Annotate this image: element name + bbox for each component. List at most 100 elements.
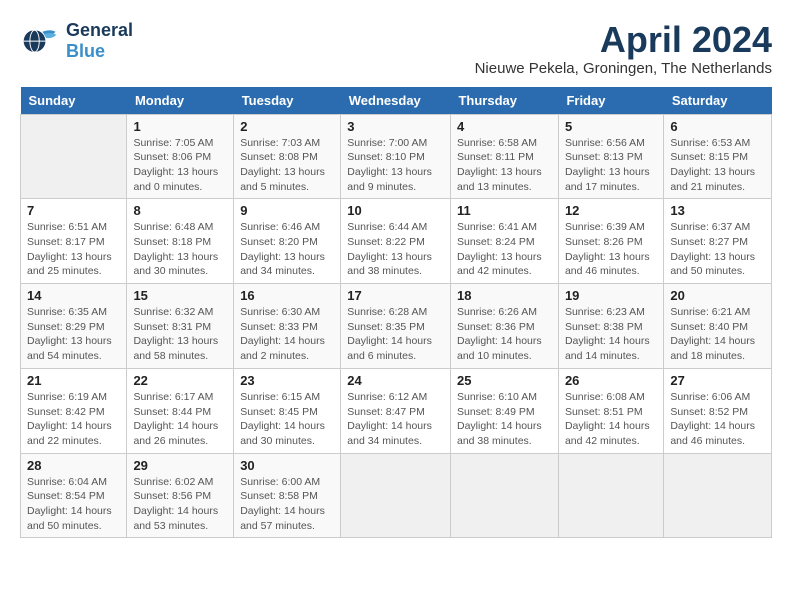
header-thursday: Thursday bbox=[450, 87, 558, 115]
title-section: April 2024 Nieuwe Pekela, Groningen, The… bbox=[475, 20, 772, 77]
day-info: Sunrise: 6:12 AMSunset: 8:47 PMDaylight:… bbox=[347, 390, 444, 449]
calendar-cell bbox=[21, 114, 127, 199]
calendar-cell: 9Sunrise: 6:46 AMSunset: 8:20 PMDaylight… bbox=[234, 199, 341, 284]
day-number: 6 bbox=[670, 119, 765, 134]
calendar-cell: 30 Sunrise: 6:00 AMSunset: 8:58 PMDayligh… bbox=[234, 453, 341, 538]
day-info: Sunrise: 6:19 AMSunset: 8:42 PMDaylight:… bbox=[27, 390, 120, 449]
day-info: Sunrise: 6:17 AMSunset: 8:44 PMDaylight:… bbox=[133, 390, 227, 449]
week-row-5: 28Sunrise: 6:04 AMSunset: 8:54 PMDayligh… bbox=[21, 453, 772, 538]
day-number: 4 bbox=[457, 119, 552, 134]
calendar-cell: 10 Sunrise: 6:44 AMSunset: 8:22 PMDayligh… bbox=[341, 199, 451, 284]
calendar-cell: 1 Sunrise: 7:05 AMSunset: 8:06 PMDaylight… bbox=[127, 114, 234, 199]
calendar-cell: 18 Sunrise: 6:26 AMSunset: 8:36 PMDayligh… bbox=[450, 284, 558, 369]
day-number: 10 bbox=[347, 203, 444, 218]
header-friday: Friday bbox=[558, 87, 663, 115]
day-info: Sunrise: 7:00 AMSunset: 8:10 PMDaylight:… bbox=[347, 136, 444, 195]
day-number: 23 bbox=[240, 373, 334, 388]
day-number: 22 bbox=[133, 373, 227, 388]
day-number: 14 bbox=[27, 288, 120, 303]
calendar-cell: 23 Sunrise: 6:15 AMSunset: 8:45 PMDayligh… bbox=[234, 368, 341, 453]
day-info: Sunrise: 6:41 AMSunset: 8:24 PMDaylight:… bbox=[457, 220, 552, 279]
day-number: 12 bbox=[565, 203, 657, 218]
calendar-cell: 8 Sunrise: 6:48 AMSunset: 8:18 PMDaylight… bbox=[127, 199, 234, 284]
calendar-cell: 28Sunrise: 6:04 AMSunset: 8:54 PMDayligh… bbox=[21, 453, 127, 538]
header-wednesday: Wednesday bbox=[341, 87, 451, 115]
week-row-2: 7 Sunrise: 6:51 AMSunset: 8:17 PMDaylight… bbox=[21, 199, 772, 284]
calendar-cell: 6 Sunrise: 6:53 AMSunset: 8:15 PMDaylight… bbox=[664, 114, 772, 199]
day-number: 17 bbox=[347, 288, 444, 303]
day-number: 1 bbox=[133, 119, 227, 134]
day-info: Sunrise: 7:03 AMSunset: 8:08 PMDaylight:… bbox=[240, 136, 334, 195]
week-row-3: 14 Sunrise: 6:35 AMSunset: 8:29 PMDayligh… bbox=[21, 284, 772, 369]
day-info: Sunrise: 6:06 AMSunset: 8:52 PMDaylight:… bbox=[670, 390, 765, 449]
day-number: 11 bbox=[457, 203, 552, 218]
logo-icon bbox=[20, 24, 60, 59]
day-info: Sunrise: 6:51 AMSunset: 8:17 PMDaylight:… bbox=[27, 220, 120, 279]
day-info: Sunrise: 6:15 AMSunset: 8:45 PMDaylight:… bbox=[240, 390, 334, 449]
day-number: 3 bbox=[347, 119, 444, 134]
header-tuesday: Tuesday bbox=[234, 87, 341, 115]
calendar-cell: 19Sunrise: 6:23 AMSunset: 8:38 PMDayligh… bbox=[558, 284, 663, 369]
calendar-cell bbox=[664, 453, 772, 538]
calendar-cell: 26 Sunrise: 6:08 AMSunset: 8:51 PMDayligh… bbox=[558, 368, 663, 453]
calendar-cell: 17 Sunrise: 6:28 AMSunset: 8:35 PMDayligh… bbox=[341, 284, 451, 369]
calendar-cell: 20Sunrise: 6:21 AMSunset: 8:40 PMDayligh… bbox=[664, 284, 772, 369]
calendar-cell bbox=[558, 453, 663, 538]
calendar-cell: 11 Sunrise: 6:41 AMSunset: 8:24 PMDayligh… bbox=[450, 199, 558, 284]
day-number: 25 bbox=[457, 373, 552, 388]
calendar-cell bbox=[450, 453, 558, 538]
day-number: 5 bbox=[565, 119, 657, 134]
calendar-cell: 29Sunrise: 6:02 AMSunset: 8:56 PMDayligh… bbox=[127, 453, 234, 538]
day-info: Sunrise: 6:37 AMSunset: 8:27 PMDaylight:… bbox=[670, 220, 765, 279]
calendar-cell: 13 Sunrise: 6:37 AMSunset: 8:27 PMDayligh… bbox=[664, 199, 772, 284]
header-monday: Monday bbox=[127, 87, 234, 115]
calendar-cell: 15Sunrise: 6:32 AMSunset: 8:31 PMDayligh… bbox=[127, 284, 234, 369]
calendar-cell: 4 Sunrise: 6:58 AMSunset: 8:11 PMDaylight… bbox=[450, 114, 558, 199]
day-info: Sunrise: 6:44 AMSunset: 8:22 PMDaylight:… bbox=[347, 220, 444, 279]
location-subtitle: Nieuwe Pekela, Groningen, The Netherland… bbox=[475, 60, 772, 77]
day-info: Sunrise: 6:32 AMSunset: 8:31 PMDaylight:… bbox=[133, 305, 227, 364]
calendar-table: SundayMondayTuesdayWednesdayThursdayFrid… bbox=[20, 87, 772, 539]
day-number: 8 bbox=[133, 203, 227, 218]
calendar-cell: 16 Sunrise: 6:30 AMSunset: 8:33 PMDayligh… bbox=[234, 284, 341, 369]
day-number: 26 bbox=[565, 373, 657, 388]
day-info: Sunrise: 6:35 AMSunset: 8:29 PMDaylight:… bbox=[27, 305, 120, 364]
day-info: Sunrise: 6:56 AMSunset: 8:13 PMDaylight:… bbox=[565, 136, 657, 195]
day-info: Sunrise: 6:10 AMSunset: 8:49 PMDaylight:… bbox=[457, 390, 552, 449]
calendar-cell: 22 Sunrise: 6:17 AMSunset: 8:44 PMDayligh… bbox=[127, 368, 234, 453]
day-number: 18 bbox=[457, 288, 552, 303]
calendar-cell: 27Sunrise: 6:06 AMSunset: 8:52 PMDayligh… bbox=[664, 368, 772, 453]
day-info: Sunrise: 6:53 AMSunset: 8:15 PMDaylight:… bbox=[670, 136, 765, 195]
day-info: Sunrise: 6:48 AMSunset: 8:18 PMDaylight:… bbox=[133, 220, 227, 279]
day-info: Sunrise: 6:00 AMSunset: 8:58 PMDaylight:… bbox=[240, 475, 334, 534]
day-info: Sunrise: 6:02 AMSunset: 8:56 PMDaylight:… bbox=[133, 475, 227, 534]
calendar-cell bbox=[341, 453, 451, 538]
calendar-cell: 24 Sunrise: 6:12 AMSunset: 8:47 PMDayligh… bbox=[341, 368, 451, 453]
header-row: SundayMondayTuesdayWednesdayThursdayFrid… bbox=[21, 87, 772, 115]
day-number: 28 bbox=[27, 458, 120, 473]
day-info: Sunrise: 6:26 AMSunset: 8:36 PMDaylight:… bbox=[457, 305, 552, 364]
header-sunday: Sunday bbox=[21, 87, 127, 115]
calendar-cell: 14 Sunrise: 6:35 AMSunset: 8:29 PMDayligh… bbox=[21, 284, 127, 369]
day-number: 19 bbox=[565, 288, 657, 303]
day-number: 16 bbox=[240, 288, 334, 303]
page-header: General Blue April 2024 Nieuwe Pekela, G… bbox=[20, 20, 772, 77]
calendar-cell: 7 Sunrise: 6:51 AMSunset: 8:17 PMDaylight… bbox=[21, 199, 127, 284]
logo: General Blue bbox=[20, 20, 133, 62]
calendar-cell: 12Sunrise: 6:39 AMSunset: 8:26 PMDayligh… bbox=[558, 199, 663, 284]
day-info: Sunrise: 6:46 AMSunset: 8:20 PMDaylight:… bbox=[240, 220, 334, 279]
day-number: 30 bbox=[240, 458, 334, 473]
calendar-cell: 21Sunrise: 6:19 AMSunset: 8:42 PMDayligh… bbox=[21, 368, 127, 453]
day-info: Sunrise: 6:28 AMSunset: 8:35 PMDaylight:… bbox=[347, 305, 444, 364]
header-saturday: Saturday bbox=[664, 87, 772, 115]
day-number: 13 bbox=[670, 203, 765, 218]
day-info: Sunrise: 6:30 AMSunset: 8:33 PMDaylight:… bbox=[240, 305, 334, 364]
day-info: Sunrise: 6:08 AMSunset: 8:51 PMDaylight:… bbox=[565, 390, 657, 449]
day-number: 2 bbox=[240, 119, 334, 134]
day-number: 7 bbox=[27, 203, 120, 218]
day-number: 24 bbox=[347, 373, 444, 388]
day-info: Sunrise: 7:05 AMSunset: 8:06 PMDaylight:… bbox=[133, 136, 227, 195]
day-info: Sunrise: 6:21 AMSunset: 8:40 PMDaylight:… bbox=[670, 305, 765, 364]
day-info: Sunrise: 6:58 AMSunset: 8:11 PMDaylight:… bbox=[457, 136, 552, 195]
week-row-4: 21Sunrise: 6:19 AMSunset: 8:42 PMDayligh… bbox=[21, 368, 772, 453]
